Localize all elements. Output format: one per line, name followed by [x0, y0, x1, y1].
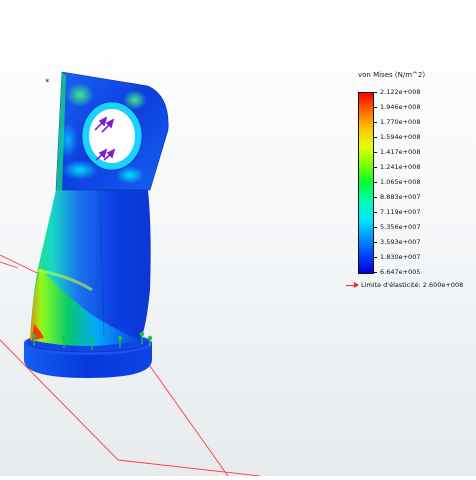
legend-colorbar [358, 92, 374, 274]
yield-strength-label: Limite d'élasticité: 2.600e+008 [361, 281, 464, 289]
legend-tick-mark [373, 227, 377, 228]
legend-tick-label: 3.593e+007 [380, 238, 421, 246]
legend-tick-mark [373, 122, 377, 123]
legend-tick-label: 1.241e+008 [380, 163, 421, 171]
legend-title: von Mises (N/m^2) [358, 71, 426, 79]
legend-tick-label: 7.119e+007 [380, 208, 421, 216]
legend-tick-label: 5.356e+007 [380, 223, 421, 231]
legend-tick-label: 1.594e+008 [380, 133, 421, 141]
legend-tick-label: 8.883e+007 [380, 193, 421, 201]
legend-tick-label: 2.122e+008 [380, 88, 421, 96]
legend-tick-label: 1.946e+008 [380, 103, 421, 111]
legend-tick-label: 1.830e+007 [380, 253, 421, 261]
cylinder-body [30, 190, 151, 346]
legend-tick-mark [373, 167, 377, 168]
yield-arrow-icon [346, 281, 359, 288]
legend-tick-mark [373, 212, 377, 213]
legend-tick-mark [373, 152, 377, 153]
legend-tick-mark [373, 257, 377, 258]
legend-tick-label: 6.647e+005 [380, 268, 421, 276]
yield-strength-marker: Limite d'élasticité: 2.600e+008 [346, 279, 463, 291]
legend-tick-label: 1.770e+008 [380, 118, 421, 126]
legend-tick-label: 1.065e+008 [380, 178, 421, 186]
legend-tick-mark [373, 242, 377, 243]
legend-tick-mark [373, 182, 377, 183]
stress-legend[interactable]: von Mises (N/m^2) 2.122e+008 1.946e+008 1.… [340, 68, 476, 298]
lug-head [55, 71, 169, 192]
origin-marker: * [45, 78, 50, 88]
legend-tick-mark [373, 272, 377, 273]
legend-tick-mark [373, 92, 377, 93]
legend-tick-mark [373, 107, 377, 108]
legend-tick-mark [373, 137, 377, 138]
legend-tick-mark [373, 197, 377, 198]
legend-tick-label: 1.417e+008 [380, 148, 421, 156]
